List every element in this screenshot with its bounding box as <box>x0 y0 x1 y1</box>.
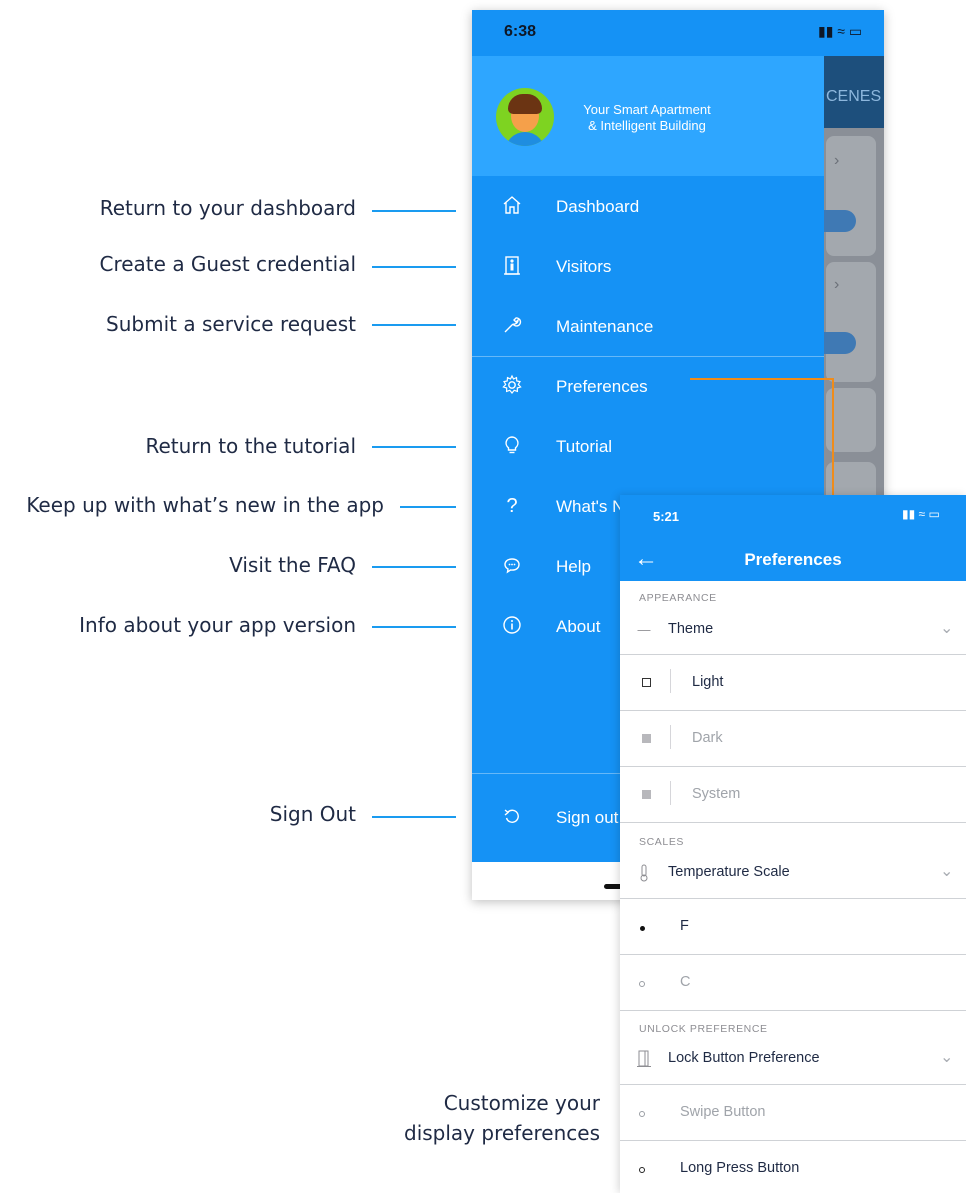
callout-line-help <box>372 566 456 568</box>
menu-label: Sign out <box>556 808 619 827</box>
option-label: Dark <box>692 730 723 746</box>
menu-label: Dashboard <box>556 197 640 216</box>
radio-unselected-icon <box>634 1104 650 1122</box>
menu-item-visitors[interactable]: Visitors <box>472 237 824 297</box>
option-label: Light <box>692 674 724 690</box>
callout-line-maintenance <box>372 324 456 326</box>
theme-label: Theme <box>668 621 714 637</box>
menu-label: What's N <box>556 497 625 516</box>
menu-item-dashboard[interactable]: Dashboard <box>472 177 824 237</box>
temp-option-f[interactable]: F <box>620 899 966 954</box>
building-name: Your Smart Apartment & Intelligent Build… <box>567 102 727 134</box>
signal-wifi-battery-icon: ▮▮ ≈ ▭ <box>818 23 863 39</box>
status-bar: 6:38 ▮▮ ≈ ▭ <box>472 10 884 56</box>
status-bar: 5:21 ▮▮ ≈ ▭ <box>620 495 966 537</box>
door-icon <box>636 1050 652 1068</box>
lock-button-label: Lock Button Preference <box>668 1050 820 1066</box>
menu-label: Tutorial <box>556 437 613 456</box>
checkbox-icon <box>638 730 654 748</box>
radio-selected-icon <box>634 918 650 936</box>
signal-wifi-battery-icon: ▮▮ ≈ ▭ <box>902 507 940 521</box>
menu-label: Help <box>556 557 591 576</box>
callout-visitors: Create a Guest credential <box>99 252 357 276</box>
callout-help: Visit the FAQ <box>229 553 356 577</box>
door-person-icon <box>500 254 524 278</box>
callout-line-dashboard <box>372 210 456 212</box>
caption-line-1: Customize your <box>443 1091 600 1115</box>
menu-label: Maintenance <box>556 317 654 336</box>
menu-label: Preferences <box>556 377 648 396</box>
question-icon: ? <box>506 495 518 517</box>
callout-line-about <box>372 626 456 628</box>
background-toggle <box>824 332 856 354</box>
callout-tutorial: Return to the tutorial <box>145 434 356 458</box>
chat-bubble-icon <box>500 554 524 578</box>
callout-line-visitors <box>372 266 456 268</box>
gear-icon <box>500 374 524 398</box>
radio-unselected-icon <box>634 974 650 992</box>
option-label: Long Press Button <box>680 1160 800 1176</box>
lock-option-long-press[interactable]: Long Press Button <box>620 1141 966 1193</box>
header-line-2: & Intelligent Building <box>588 118 706 133</box>
caption-line-2: display preferences <box>404 1121 600 1145</box>
option-label: C <box>680 974 691 990</box>
menu-item-tutorial[interactable]: Tutorial <box>472 417 824 477</box>
thermometer-icon <box>636 864 652 882</box>
callout-dashboard: Return to your dashboard <box>99 196 356 220</box>
callout-line-whats-new <box>400 506 456 508</box>
menu-item-preferences[interactable]: Preferences <box>472 357 824 417</box>
page-title: Preferences <box>744 550 842 569</box>
drawer-header: Your Smart Apartment & Intelligent Build… <box>472 56 824 176</box>
avatar[interactable] <box>496 88 554 146</box>
nav-bar: ← Preferences <box>620 537 966 581</box>
background-toggle <box>824 210 856 232</box>
lock-option-swipe[interactable]: Swipe Button <box>620 1085 966 1140</box>
checkbox-icon <box>638 674 654 692</box>
callout-sign-out: Sign Out <box>269 802 356 826</box>
callout-maintenance: Submit a service request <box>106 312 356 336</box>
theme-option-dark[interactable]: Dark <box>620 711 966 766</box>
callout-whats-new: Keep up with what’s new in the app <box>26 493 384 517</box>
theme-option-system[interactable]: System <box>620 767 966 822</box>
customize-caption: Customize your display preferences <box>380 1088 600 1148</box>
wrench-icon <box>500 314 524 338</box>
connector-line <box>690 378 834 380</box>
divider <box>620 822 966 823</box>
theme-option-light[interactable]: Light <box>620 655 966 710</box>
lock-button-dropdown[interactable]: Lock Button Preference ⌄ <box>620 1031 966 1086</box>
checkbox-icon <box>638 786 654 804</box>
theme-icon: — <box>637 622 651 637</box>
menu-item-maintenance[interactable]: Maintenance <box>472 297 824 357</box>
chevron-right-icon: › <box>834 276 840 293</box>
chevron-down-icon: ⌄ <box>940 620 954 637</box>
status-time: 5:21 <box>653 509 680 524</box>
divider <box>620 1010 966 1011</box>
option-label: System <box>692 786 741 802</box>
home-icon <box>500 194 524 218</box>
callout-about: Info about your app version <box>79 613 356 637</box>
status-time: 6:38 <box>504 23 537 40</box>
callout-line-sign-out <box>372 816 456 818</box>
theme-dropdown[interactable]: — Theme ⌄ <box>620 602 966 657</box>
option-label: F <box>680 918 689 934</box>
background-tab-label: CENES <box>826 88 882 105</box>
lightbulb-icon <box>500 434 524 458</box>
option-label: Swipe Button <box>680 1104 766 1120</box>
info-icon <box>500 614 524 638</box>
menu-label: Visitors <box>556 257 612 276</box>
temperature-label: Temperature Scale <box>668 864 790 880</box>
chevron-right-icon: › <box>834 152 840 169</box>
radio-unselected-icon <box>634 1160 650 1178</box>
temp-option-c[interactable]: C <box>620 955 966 1010</box>
sign-out-icon <box>500 805 524 829</box>
callout-line-tutorial <box>372 446 456 448</box>
header-line-1: Your Smart Apartment <box>583 102 711 117</box>
temperature-scale-dropdown[interactable]: Temperature Scale ⌄ <box>620 845 966 900</box>
menu-label: About <box>556 617 601 636</box>
preferences-phone: 5:21 ▮▮ ≈ ▭ ← Preferences APPEARANCE — T… <box>620 495 966 1193</box>
chevron-down-icon: ⌄ <box>940 863 954 880</box>
chevron-down-icon: ⌄ <box>940 1049 954 1066</box>
